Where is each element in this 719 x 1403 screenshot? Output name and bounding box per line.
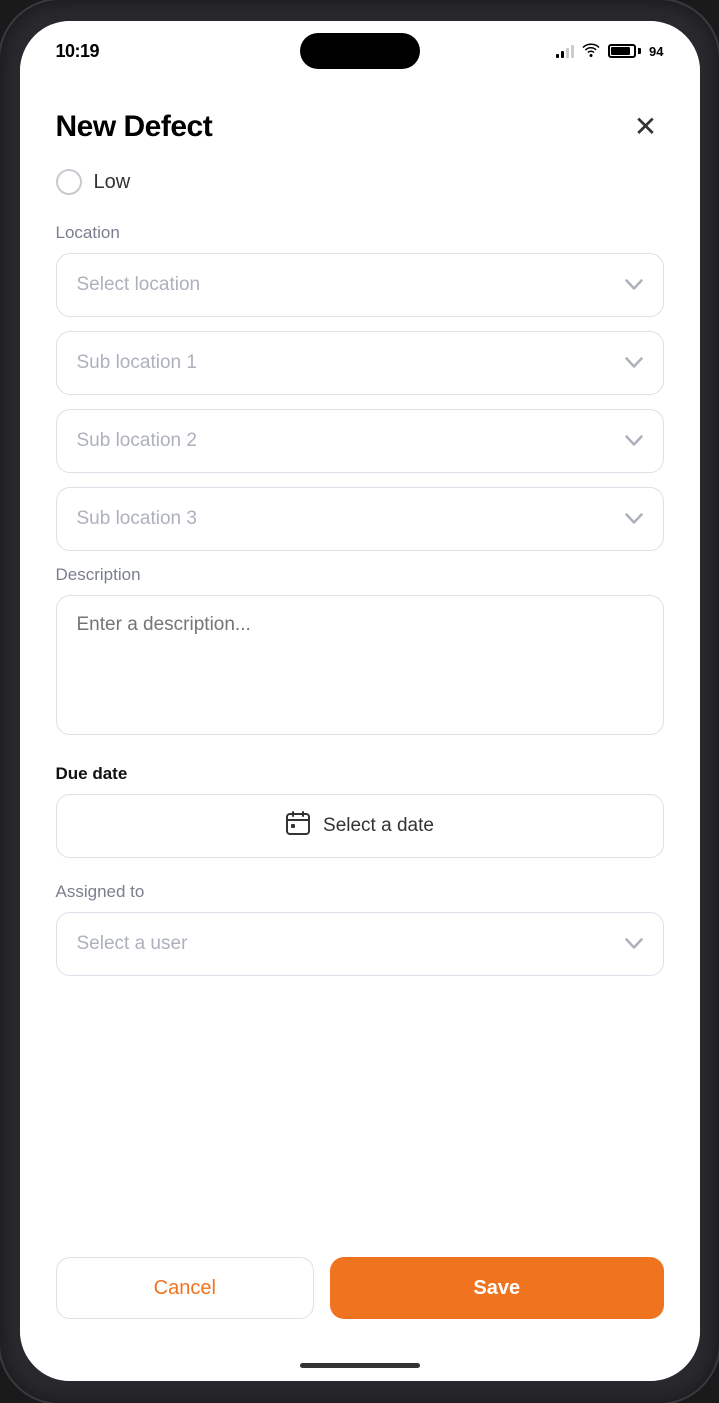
description-section: Description bbox=[56, 565, 664, 740]
sub-location-3-dropdown[interactable]: Sub location 3 bbox=[56, 487, 664, 551]
calendar-icon bbox=[285, 810, 311, 842]
priority-label: Low bbox=[94, 171, 131, 194]
select-location-placeholder: Select location bbox=[77, 274, 201, 296]
sub-location-2-dropdown[interactable]: Sub location 2 bbox=[56, 409, 664, 473]
due-date-label: Due date bbox=[56, 764, 664, 784]
status-bar: 10:19 bbox=[20, 21, 700, 81]
location-section-label: Location bbox=[56, 223, 664, 243]
bottom-actions: Cancel Save bbox=[20, 1237, 700, 1349]
signal-bar-2 bbox=[561, 51, 564, 58]
dynamic-island bbox=[300, 33, 420, 69]
signal-icon bbox=[556, 44, 574, 58]
select-user-dropdown[interactable]: Select a user bbox=[56, 912, 664, 976]
save-button[interactable]: Save bbox=[330, 1257, 663, 1319]
chevron-down-icon bbox=[625, 354, 643, 372]
priority-row: Low bbox=[56, 169, 664, 195]
location-section: Location Select location Sub location 1 bbox=[56, 223, 664, 551]
sub-location-3-placeholder: Sub location 3 bbox=[77, 508, 197, 530]
status-icons: 94 bbox=[556, 43, 663, 60]
phone-frame: 10:19 bbox=[0, 0, 719, 1403]
chevron-down-icon bbox=[625, 276, 643, 294]
close-icon: ✕ bbox=[634, 113, 657, 141]
description-input[interactable] bbox=[56, 595, 664, 735]
main-content: New Defect ✕ Low Location Select locatio… bbox=[20, 81, 700, 1237]
cancel-button[interactable]: Cancel bbox=[56, 1257, 315, 1319]
priority-radio[interactable] bbox=[56, 169, 82, 195]
assigned-to-label: Assigned to bbox=[56, 882, 664, 902]
page-title: New Defect bbox=[56, 110, 213, 144]
wifi-icon bbox=[582, 43, 600, 60]
sub-location-1-dropdown[interactable]: Sub location 1 bbox=[56, 331, 664, 395]
chevron-down-icon bbox=[625, 935, 643, 953]
date-picker-button[interactable]: Select a date bbox=[56, 794, 664, 858]
screen: 10:19 bbox=[20, 21, 700, 1381]
due-date-section: Due date Select a date bbox=[56, 764, 664, 858]
select-user-placeholder: Select a user bbox=[77, 933, 188, 955]
signal-bar-3 bbox=[566, 48, 569, 58]
chevron-down-icon bbox=[625, 510, 643, 528]
date-picker-text: Select a date bbox=[323, 815, 434, 837]
assigned-to-section: Assigned to Select a user bbox=[56, 882, 664, 976]
status-time: 10:19 bbox=[56, 41, 100, 62]
home-indicator bbox=[20, 1349, 700, 1381]
select-location-dropdown[interactable]: Select location bbox=[56, 253, 664, 317]
form-header: New Defect ✕ bbox=[56, 81, 664, 169]
home-bar bbox=[300, 1363, 420, 1368]
sub-location-2-placeholder: Sub location 2 bbox=[77, 430, 197, 452]
description-section-label: Description bbox=[56, 565, 664, 585]
battery-icon bbox=[608, 44, 641, 58]
battery-percent: 94 bbox=[649, 44, 663, 59]
signal-bar-1 bbox=[556, 54, 559, 58]
signal-bar-4 bbox=[571, 45, 574, 58]
close-button[interactable]: ✕ bbox=[628, 109, 664, 145]
sub-location-1-placeholder: Sub location 1 bbox=[77, 352, 197, 374]
chevron-down-icon bbox=[625, 432, 643, 450]
